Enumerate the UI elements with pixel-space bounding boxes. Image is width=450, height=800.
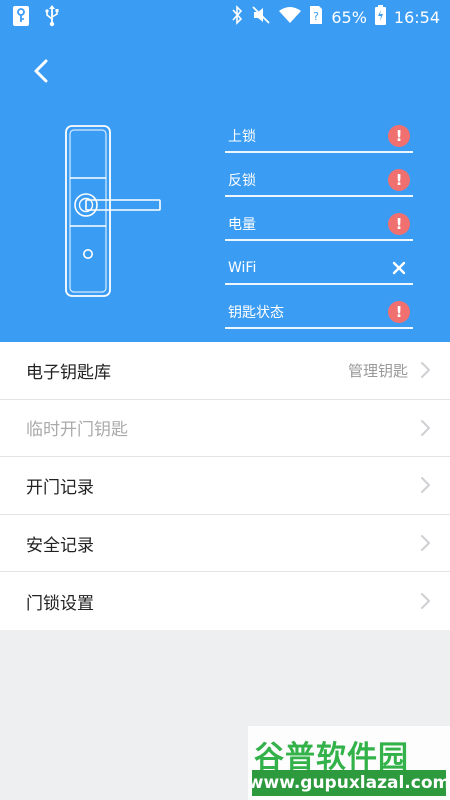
alert-icon: ! bbox=[388, 213, 410, 235]
status-bar: ? 65% 16:54 bbox=[0, 0, 450, 32]
chevron-right-icon bbox=[421, 362, 430, 379]
status-label: 钥匙状态 bbox=[228, 305, 284, 321]
chevron-right-icon bbox=[421, 535, 430, 552]
clock: 16:54 bbox=[393, 7, 440, 27]
status-label: 电量 bbox=[228, 217, 256, 233]
menu-item-label: 电子钥匙库 bbox=[26, 362, 111, 383]
settings-menu: 电子钥匙库 管理钥匙 临时开门钥匙 开门记录 安全记录 门锁设置 bbox=[0, 342, 450, 630]
alert-icon: ! bbox=[388, 301, 410, 323]
menu-item-key-library[interactable]: 电子钥匙库 管理钥匙 bbox=[0, 342, 450, 400]
watermark-url: www.gupuxlazal.com bbox=[248, 770, 450, 796]
usb-icon bbox=[44, 5, 60, 31]
svg-text:?: ? bbox=[313, 10, 319, 23]
manage-keys-link[interactable]: 管理钥匙 bbox=[348, 360, 408, 381]
chevron-right-icon bbox=[421, 593, 430, 610]
sim-unknown-icon: ? bbox=[309, 5, 323, 29]
status-row-battery: 电量 ! bbox=[225, 197, 413, 241]
status-row-deadlock: 反锁 ! bbox=[225, 153, 413, 197]
menu-item-label: 安全记录 bbox=[26, 535, 94, 556]
status-row-wifi: WiFi bbox=[225, 241, 413, 285]
chevron-left-icon bbox=[34, 59, 48, 83]
wifi-icon bbox=[279, 6, 302, 28]
menu-item-lock-settings[interactable]: 门锁设置 bbox=[0, 572, 450, 630]
battery-charging-icon bbox=[374, 5, 386, 29]
chevron-right-icon bbox=[421, 419, 430, 436]
status-row-lock: 上锁 ! bbox=[225, 109, 413, 153]
alert-icon: ! bbox=[388, 169, 410, 191]
menu-item-label: 门锁设置 bbox=[26, 593, 94, 614]
status-row-key: 钥匙状态 ! bbox=[225, 285, 413, 329]
lock-status-list: 上锁 ! 反锁 ! 电量 ! WiFi 钥匙状态 ! bbox=[225, 109, 413, 329]
header-banner: ? 65% 16:54 上锁 ! 反锁 ! 电量 ! WiFi 钥匙状态 ! bbox=[0, 0, 450, 342]
menu-item-unlock-records[interactable]: 开门记录 bbox=[0, 457, 450, 515]
menu-item-security-records[interactable]: 安全记录 bbox=[0, 515, 450, 573]
status-label: WiFi bbox=[228, 260, 257, 276]
key-icon bbox=[12, 5, 30, 31]
status-label: 上锁 bbox=[228, 129, 256, 145]
chevron-right-icon bbox=[421, 477, 430, 494]
back-button[interactable] bbox=[26, 54, 56, 88]
close-icon bbox=[388, 257, 410, 279]
battery-percent: 65% bbox=[331, 7, 367, 27]
watermark: 谷普软件园 www.gupuxlazal.com bbox=[248, 726, 450, 800]
menu-item-label: 临时开门钥匙 bbox=[26, 420, 128, 441]
alert-icon: ! bbox=[388, 125, 410, 147]
door-lock-illustration bbox=[62, 122, 166, 300]
menu-item-temporary-key[interactable]: 临时开门钥匙 bbox=[0, 400, 450, 458]
menu-item-label: 开门记录 bbox=[26, 477, 94, 498]
status-label: 反锁 bbox=[228, 173, 256, 189]
mute-icon bbox=[251, 5, 271, 29]
bluetooth-icon bbox=[231, 5, 243, 29]
